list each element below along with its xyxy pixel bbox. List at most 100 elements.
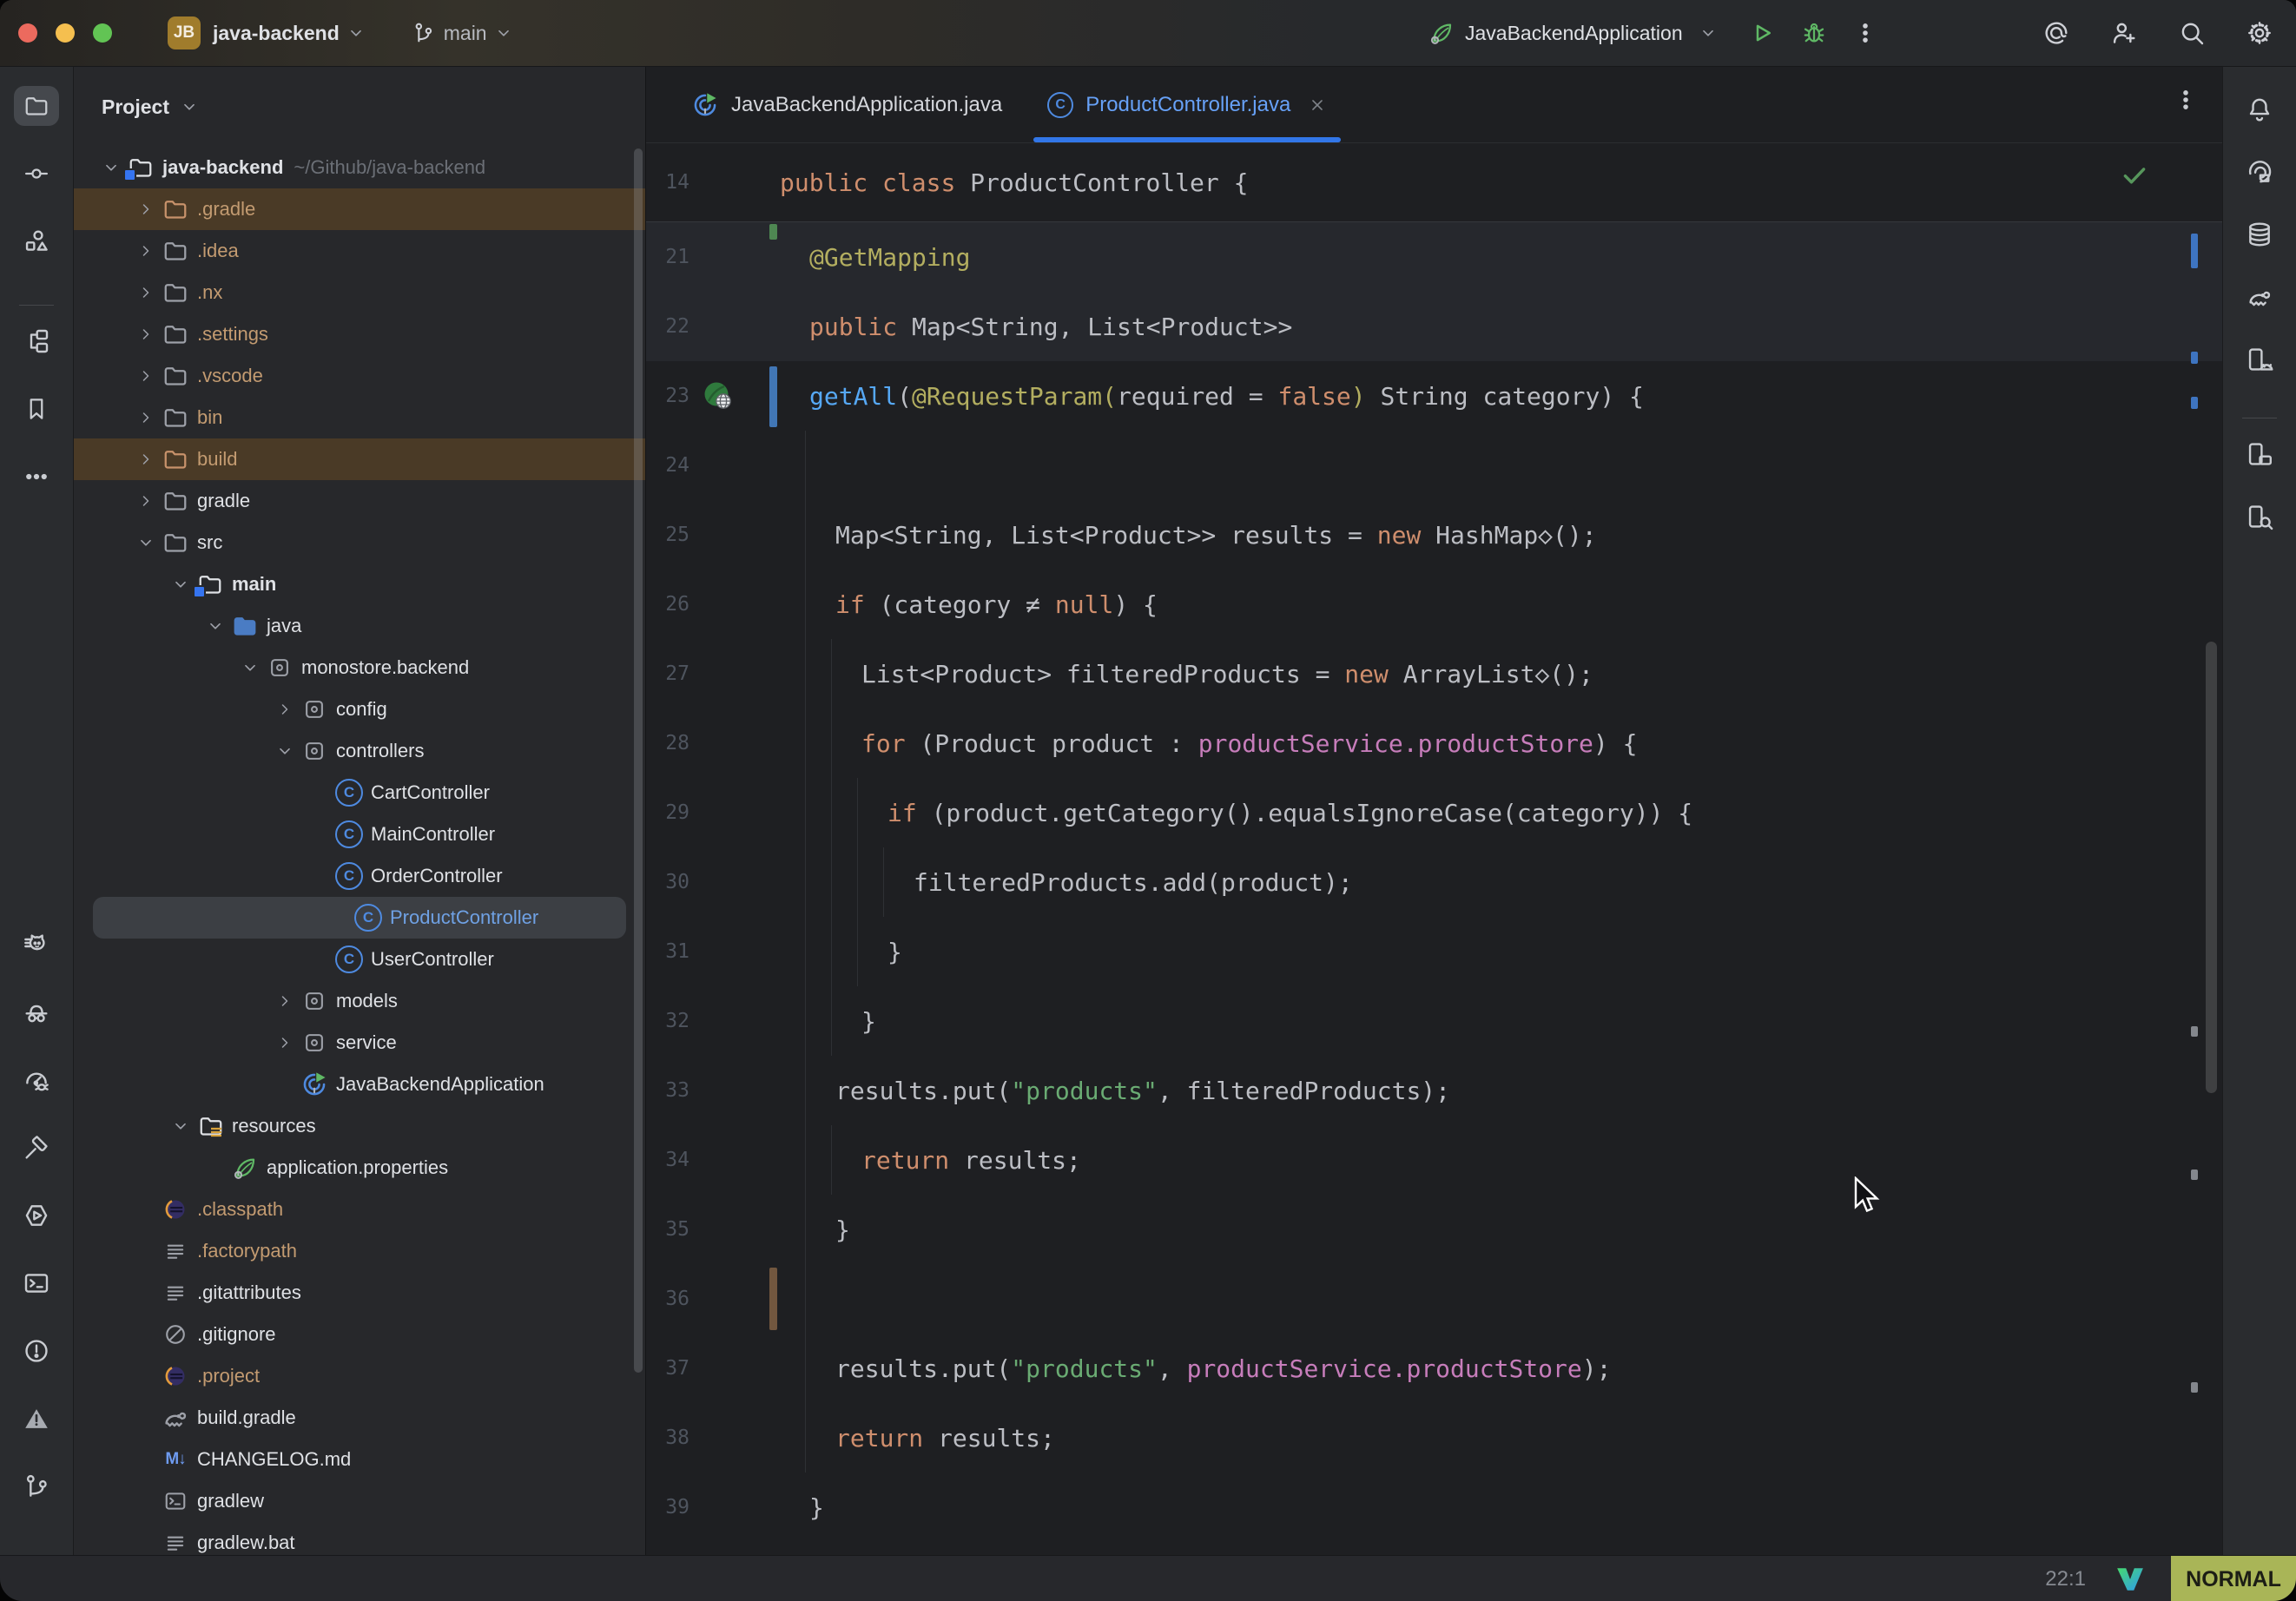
minimize-window-button[interactable] [56,23,75,43]
chevron-right-icon[interactable] [135,451,157,468]
close-tab-icon[interactable] [1308,96,1327,115]
line-number[interactable]: 27 [646,662,689,685]
tree-item-java-backend[interactable]: java-backend~/Github/java-backend [74,147,645,188]
chevron-right-icon[interactable] [274,1034,296,1051]
tree-item-.classpath[interactable]: .classpath [74,1189,645,1230]
tree-item-.gitattributes[interactable]: .gitattributes [74,1272,645,1314]
line-number[interactable]: 23 [646,385,689,407]
chevron-right-icon[interactable] [135,242,157,260]
line-number[interactable]: 32 [646,1010,689,1032]
project-panel-header[interactable]: Project [74,67,645,147]
structure-shapes-icon[interactable] [14,221,59,261]
more-run-options-button[interactable] [1853,21,1877,45]
tree-item-.factorypath[interactable]: .factorypath [74,1230,645,1272]
line-number[interactable]: 21 [646,246,689,268]
profiler-icon[interactable] [14,1060,59,1100]
tree-item-service[interactable]: service [74,1022,645,1064]
chevron-down-icon[interactable] [100,158,122,177]
code-line-26[interactable]: 26if (category ≠ null) { [646,570,2222,639]
error-stripe-mark[interactable] [2191,234,2198,268]
chevron-right-icon[interactable] [135,201,157,218]
tree-item-CHANGELOG.md[interactable]: M↓CHANGELOG.md [74,1439,645,1480]
more-tool-windows-icon[interactable] [14,457,59,497]
tree-item-application.properties[interactable]: application.properties [74,1147,645,1189]
line-number[interactable]: 14 [646,171,689,194]
gradle-icon[interactable] [2237,277,2282,317]
incognito-icon[interactable] [14,992,59,1032]
chevron-down-icon[interactable] [239,658,261,677]
code-line-30[interactable]: 30filteredProducts.add(product); [646,847,2222,917]
add-user-icon[interactable] [2110,19,2138,47]
tree-item-.idea[interactable]: .idea [74,230,645,272]
error-stripe-mark[interactable] [2191,1026,2198,1037]
tree-item-.vscode[interactable]: .vscode [74,355,645,397]
code-line-23[interactable]: 23getAll(@RequestParam(required = false)… [646,361,2222,431]
ideavim-icon[interactable] [2115,1565,2145,1593]
code-line-28[interactable]: 28for (Product product : productService.… [646,708,2222,778]
code-line-27[interactable]: 27List<Product> filteredProducts = new A… [646,639,2222,708]
tab-JavaBackendApplication.java[interactable]: JavaBackendApplication.java [669,67,1025,142]
chevron-right-icon[interactable] [135,367,157,385]
search-icon[interactable] [2178,19,2206,47]
line-number[interactable]: 26 [646,593,689,616]
code-line-32[interactable]: 32} [646,986,2222,1056]
code-line-14[interactable]: 14public class ProductController { [646,143,2222,222]
line-number[interactable]: 39 [646,1496,689,1519]
database-icon[interactable] [2237,214,2282,254]
line-number[interactable]: 34 [646,1149,689,1171]
device-manager-icon[interactable] [2237,339,2282,379]
chevron-down-icon[interactable] [169,575,192,594]
chevron-down-icon[interactable] [204,616,227,636]
code-line-22[interactable]: 22public Map<String, List<Product>> [646,292,2222,361]
tree-item-build[interactable]: build [74,438,645,480]
tree-item-models[interactable]: models [74,980,645,1022]
build-hammer-icon[interactable] [14,1128,59,1168]
line-number[interactable]: 31 [646,940,689,963]
tab-ProductController.java[interactable]: CProductController.java [1025,67,1349,142]
tree-item-MainController[interactable]: CMainController [74,814,645,855]
tree-item-CartController[interactable]: CCartController [74,772,645,814]
line-number[interactable]: 37 [646,1357,689,1380]
code-line-35[interactable]: 35} [646,1195,2222,1264]
line-number[interactable]: 38 [646,1426,689,1449]
tree-item-OrderController[interactable]: COrderController [74,855,645,897]
tree-item-src[interactable]: src [74,522,645,563]
code-line-25[interactable]: 25Map<String, List<Product>> results = n… [646,500,2222,570]
ai-assistant-icon[interactable] [2237,152,2282,192]
tree-item-main[interactable]: main [74,563,645,605]
line-number[interactable]: 33 [646,1079,689,1102]
git-icon[interactable] [14,1466,59,1506]
project-folder-icon[interactable] [14,86,59,126]
tree-item-.gitignore[interactable]: .gitignore [74,1314,645,1355]
line-number[interactable]: 29 [646,801,689,824]
line-number[interactable]: 30 [646,871,689,893]
settings-gear-icon[interactable] [2246,19,2273,47]
chevron-right-icon[interactable] [274,992,296,1010]
line-number[interactable]: 36 [646,1288,689,1310]
tree-item-gradle[interactable]: gradle [74,480,645,522]
tree-item-java[interactable]: java [74,605,645,647]
tree-item-config[interactable]: config [74,688,645,730]
chevron-right-icon[interactable] [135,326,157,343]
notifications-bell-icon[interactable] [2237,89,2282,129]
tree-item-bin[interactable]: bin [74,397,645,438]
bookmarks-icon[interactable] [14,389,59,429]
chevron-right-icon[interactable] [274,701,296,718]
notifications-warning-icon[interactable] [14,1399,59,1439]
tree-item-controllers[interactable]: controllers [74,730,645,772]
terminal-icon[interactable] [14,1263,59,1303]
code-line-38[interactable]: 38return results; [646,1403,2222,1473]
layout-inspector-icon[interactable] [2237,497,2282,537]
error-stripe-mark[interactable] [2191,1169,2198,1180]
code-line-37[interactable]: 37results.put("products", productService… [646,1334,2222,1403]
tree-item-.gradle[interactable]: .gradle [74,188,645,230]
code-line-36[interactable]: 36 [646,1264,2222,1334]
tree-item-gradlew[interactable]: gradlew [74,1480,645,1522]
tree-item-JavaBackendApplication[interactable]: JavaBackendApplication [74,1064,645,1105]
project-tree-scrollbar[interactable] [634,148,643,1373]
zoom-window-button[interactable] [93,23,112,43]
tree-item-ProductController[interactable]: CProductController [93,897,626,939]
tree-item-.project[interactable]: .project [74,1355,645,1397]
chevron-down-icon[interactable] [274,741,296,761]
tree-item-UserController[interactable]: CUserController [74,939,645,980]
